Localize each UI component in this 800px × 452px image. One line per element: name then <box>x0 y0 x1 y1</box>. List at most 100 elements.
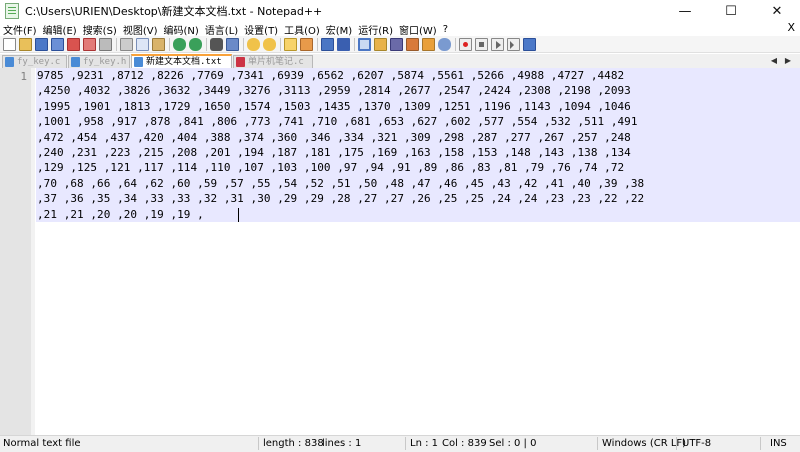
sync-horizontal-icon[interactable] <box>300 37 313 51</box>
fold-margin <box>31 68 35 435</box>
toolbar-separator <box>455 37 456 51</box>
title-bar: C:\Users\URIEN\Desktop\新建文本文档.txt - Note… <box>0 0 800 22</box>
tab-label: 新建文本文档.txt <box>146 57 222 67</box>
find-icon[interactable] <box>210 37 223 51</box>
tab-mcu-notes[interactable]: 单片机笔记.c <box>233 55 313 68</box>
record-dot <box>463 41 468 47</box>
close-icon[interactable] <box>67 37 80 51</box>
print-icon[interactable] <box>99 37 112 51</box>
status-eol[interactable]: Windows (CR LF) <box>602 438 686 449</box>
function-list-icon[interactable] <box>406 37 419 51</box>
text-line: ,129 ,125 ,121 ,117 ,114 ,110 ,107 ,103 … <box>37 161 625 175</box>
status-length: length : 838 <box>263 438 324 449</box>
file-tab-icon <box>134 57 143 67</box>
save-all-icon[interactable] <box>51 37 64 51</box>
menu-run[interactable]: 运行(R) <box>355 22 396 37</box>
new-file-icon[interactable] <box>3 37 16 51</box>
toolbar-separator <box>280 37 281 51</box>
tab-bar: fy_key.c fy_key.h 新建文本文档.txt 单片机笔记.c ◀ ▶ <box>0 54 800 69</box>
status-insert-mode: INS <box>770 438 787 449</box>
toolbar-separator <box>206 37 207 51</box>
save-icon[interactable] <box>35 37 48 51</box>
notepad-plus-plus-icon <box>5 3 19 19</box>
toolbar-separator <box>116 37 117 51</box>
play-macro-icon[interactable] <box>491 37 504 51</box>
line-number: 1 <box>20 70 27 83</box>
undo-icon[interactable] <box>173 37 186 51</box>
menu-settings[interactable]: 设置(T) <box>241 22 281 37</box>
menu-encoding[interactable]: 编码(N) <box>161 22 202 37</box>
text-line: ,1001 ,958 ,917 ,878 ,841 ,806 ,773 ,741… <box>37 115 638 129</box>
file-tab-icon <box>236 57 245 67</box>
text-line: ,70 ,68 ,66 ,64 ,62 ,60 ,59 ,57 ,55 ,54 … <box>37 176 645 190</box>
zoom-in-icon[interactable] <box>247 37 260 51</box>
indent-guide-icon[interactable] <box>358 37 371 51</box>
tab-scroll-right-icon[interactable]: ▶ <box>782 55 794 67</box>
status-separator <box>597 437 598 450</box>
word-wrap-icon[interactable] <box>321 37 334 51</box>
menu-file[interactable]: 文件(F) <box>0 22 40 37</box>
text-caret <box>238 208 239 222</box>
close-all-icon[interactable] <box>83 37 96 51</box>
window-title: C:\Users\URIEN\Desktop\新建文本文档.txt - Note… <box>25 5 323 18</box>
toolbar-separator <box>354 37 355 51</box>
stop-square <box>479 41 484 47</box>
open-file-icon[interactable] <box>19 37 32 51</box>
status-lines: lines : 1 <box>322 438 362 449</box>
menu-language[interactable]: 语言(L) <box>202 22 241 37</box>
redo-icon[interactable] <box>189 37 202 51</box>
tab-new-text-document[interactable]: 新建文本文档.txt <box>131 54 232 68</box>
menu-bar: 文件(F) 编辑(E) 搜索(S) 视图(V) 编码(N) 语言(L) 设置(T… <box>0 22 800 37</box>
doc-map-icon[interactable] <box>390 37 403 51</box>
monitor-icon[interactable] <box>438 37 451 51</box>
show-all-chars-icon[interactable] <box>337 37 350 51</box>
record-macro-icon[interactable] <box>459 37 472 51</box>
stop-record-icon[interactable] <box>475 37 488 51</box>
menu-edit[interactable]: 编辑(E) <box>40 22 80 37</box>
play-triangle <box>496 40 501 49</box>
run-macro-multiple-icon[interactable] <box>507 37 520 51</box>
minimize-button[interactable]: — <box>662 0 708 22</box>
text-line: ,1995 ,1901 ,1813 ,1729 ,1650 ,1574 ,150… <box>37 99 631 113</box>
menu-help[interactable]: ? <box>440 24 451 35</box>
sync-vertical-icon[interactable] <box>284 37 297 51</box>
status-separator <box>760 437 761 450</box>
text-line: ,4250 ,4032 ,3826 ,3632 ,3449 ,3276 ,311… <box>37 84 631 98</box>
replace-icon[interactable] <box>226 37 239 51</box>
maximize-button[interactable]: ☐ <box>708 0 754 22</box>
cut-icon[interactable] <box>120 37 133 51</box>
tab-fy-key-c[interactable]: fy_key.c <box>2 55 67 68</box>
copy-icon[interactable] <box>136 37 149 51</box>
menu-macro[interactable]: 宏(M) <box>323 22 355 37</box>
status-file-type: Normal text file <box>3 438 81 449</box>
menu-tools[interactable]: 工具(O) <box>281 22 323 37</box>
paste-icon[interactable] <box>152 37 165 51</box>
udl-icon[interactable] <box>374 37 387 51</box>
toolbar <box>0 36 800 53</box>
tab-scroll-left-icon[interactable]: ◀ <box>768 55 780 67</box>
tab-fy-key-h[interactable]: fy_key.h <box>68 55 130 68</box>
close-document-button[interactable]: X <box>787 21 795 34</box>
folder-icon[interactable] <box>422 37 435 51</box>
tab-label: fy_key.h <box>83 57 127 67</box>
menu-search[interactable]: 搜索(S) <box>80 22 120 37</box>
close-window-button[interactable]: ✕ <box>754 0 800 22</box>
menu-window[interactable]: 窗口(W) <box>396 22 440 37</box>
tab-label: 单片机笔记.c <box>248 57 304 67</box>
status-separator <box>405 437 406 450</box>
zoom-out-icon[interactable] <box>263 37 276 51</box>
status-separator <box>258 437 259 450</box>
toolbar-separator <box>169 37 170 51</box>
status-bar: Normal text file length : 838 lines : 1 … <box>0 435 800 452</box>
menu-view[interactable]: 视图(V) <box>120 22 161 37</box>
status-ln: Ln : 1 <box>410 438 438 449</box>
editor-area[interactable]: 1 9785 ,9231 ,8712 ,8226 ,7769 ,7341 ,69… <box>0 68 800 435</box>
tab-label: fy_key.c <box>17 57 61 67</box>
text-line: ,21 ,21 ,20 ,20 ,19 ,19 , <box>37 207 204 221</box>
status-sel: Sel : 0 | 0 <box>489 438 537 449</box>
line-number-gutter: 1 <box>0 68 31 435</box>
text-content[interactable]: 9785 ,9231 ,8712 ,8226 ,7769 ,7341 ,6939… <box>36 68 800 222</box>
text-line: ,240 ,231 ,223 ,215 ,208 ,201 ,194 ,187 … <box>37 146 631 160</box>
save-macro-icon[interactable] <box>523 37 536 51</box>
status-encoding[interactable]: UTF-8 <box>682 438 711 449</box>
